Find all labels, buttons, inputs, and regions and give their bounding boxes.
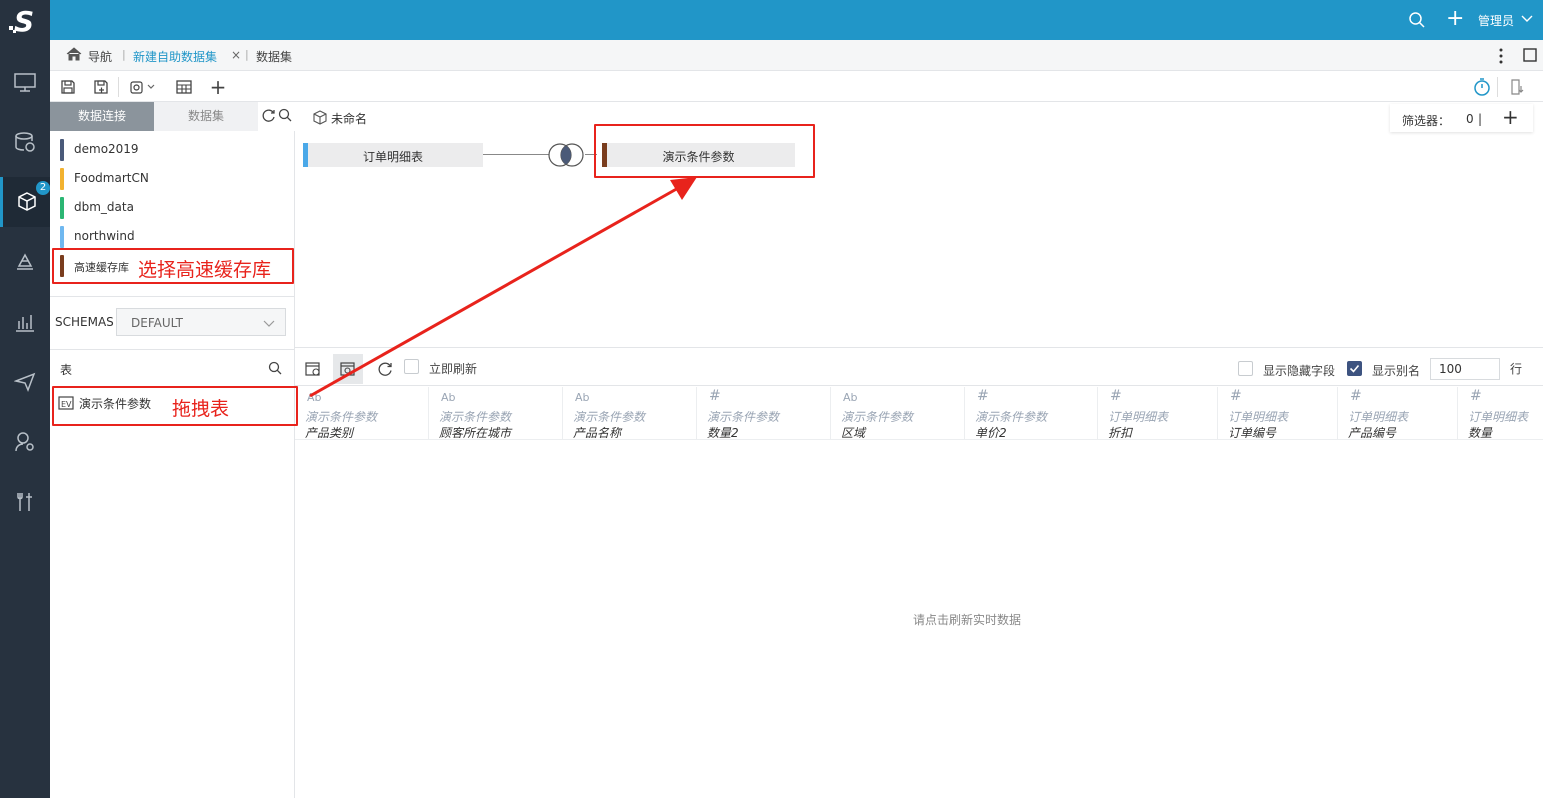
connection-color-bar <box>60 226 64 248</box>
app-logo[interactable]: S <box>0 0 50 40</box>
tab-data-connections[interactable]: 数据连接 <box>50 102 154 131</box>
rail-monitor-icon[interactable] <box>0 58 50 108</box>
close-tab-icon[interactable]: × <box>231 48 241 62</box>
rail-badge: 2 <box>36 181 50 195</box>
column-header[interactable]: # 演示条件参数 数量2 <box>697 387 831 440</box>
svg-text:S: S <box>14 5 34 38</box>
show-hidden-checkbox[interactable] <box>1238 361 1253 376</box>
preview-mode-icon[interactable] <box>333 354 363 384</box>
add-icon[interactable]: + <box>208 75 228 99</box>
rail-model-icon[interactable] <box>0 237 50 287</box>
tables-title: 表 <box>60 363 73 377</box>
show-alias-checkbox[interactable] <box>1347 361 1362 376</box>
left-panel: 数据连接 数据集 demo2019 FoodmartCN dbm_data no… <box>50 102 295 798</box>
connection-item[interactable]: dbm_data <box>56 195 286 221</box>
schemas-select[interactable]: DEFAULT <box>116 308 286 336</box>
rail-database-icon[interactable] <box>0 117 50 167</box>
column-header[interactable]: # 订单明细表 数量 <box>1458 387 1543 440</box>
connection-item[interactable]: FoodmartCN <box>56 166 286 192</box>
preview-toolbar: 立即刷新 显示隐藏字段 显示别名 100 行 <box>295 349 1543 386</box>
settings-dropdown-icon[interactable] <box>128 77 158 97</box>
annotation-box-node <box>594 124 815 178</box>
home-icon[interactable] <box>66 47 82 64</box>
filter-box: 筛选器： 0 | + <box>1390 104 1533 132</box>
user-menu[interactable]: 管理员 <box>1478 12 1514 29</box>
toolbar: + <box>50 71 1543 102</box>
auto-refresh-checkbox[interactable] <box>404 359 419 374</box>
top-bar: + 管理员 <box>50 0 1543 40</box>
left-rail: S 2 <box>0 0 50 798</box>
search-icon[interactable] <box>268 361 282 378</box>
preview-settings-icon[interactable] <box>298 354 328 384</box>
more-vertical-icon[interactable] <box>1498 48 1504 67</box>
column-header[interactable]: Ab 演示条件参数 区域 <box>831 387 965 440</box>
add-icon[interactable]: + <box>1446 8 1464 30</box>
inner-join-icon[interactable] <box>547 142 585 171</box>
column-header[interactable]: # 订单明细表 订单编号 <box>1218 387 1338 440</box>
column-header[interactable]: Ab 演示条件参数 产品类别 <box>295 387 429 440</box>
column-header[interactable]: # 演示条件参数 单价2 <box>965 387 1098 440</box>
breadcrumb: 导航 | 新建自助数据集 × | 数据集 <box>50 40 1543 71</box>
refresh-icon[interactable] <box>370 354 400 384</box>
save-as-icon[interactable] <box>91 77 111 97</box>
rail-chart-icon[interactable] <box>0 297 50 347</box>
search-icon[interactable] <box>1408 11 1426 32</box>
refresh-icon[interactable] <box>261 108 276 126</box>
connection-color-bar <box>60 139 64 161</box>
chevron-down-icon <box>263 317 275 331</box>
column-header[interactable]: Ab 演示条件参数 产品名称 <box>563 387 697 440</box>
annotation-text-drag: 拖拽表 <box>172 398 230 420</box>
table-icon[interactable] <box>174 77 194 97</box>
column-header[interactable]: # 订单明细表 折扣 <box>1098 387 1218 440</box>
breadcrumb-nav[interactable]: 导航 <box>88 48 112 65</box>
tab-datasets[interactable]: 数据集 <box>154 102 258 131</box>
tab-new-dataset[interactable]: 新建自助数据集 <box>133 48 217 65</box>
rail-user-settings-icon[interactable] <box>0 417 50 467</box>
connection-color-bar <box>60 168 64 190</box>
rows-unit: 行 <box>1510 362 1523 376</box>
search-icon[interactable] <box>278 108 292 125</box>
dataset-title[interactable]: 未命名 <box>331 110 367 127</box>
table-node-orders[interactable]: 订单明细表 <box>303 143 483 167</box>
show-alias-label: 显示别名 <box>1372 364 1421 378</box>
timer-icon[interactable] <box>1472 77 1492 97</box>
add-filter-button[interactable]: + <box>1502 107 1519 127</box>
column-header[interactable]: Ab 演示条件参数 顾客所在城市 <box>429 387 563 440</box>
preview-header: Ab 演示条件参数 产品类别 Ab 演示条件参数 顾客所在城市 Ab 演示条件参… <box>295 387 1543 440</box>
show-hidden-label: 显示隐藏字段 <box>1263 364 1336 378</box>
rail-dataset-icon[interactable]: 2 <box>0 177 50 227</box>
chevron-down-icon[interactable] <box>1520 12 1534 29</box>
empty-state-message: 请点击刷新实时数据 <box>912 613 1021 627</box>
dataset-cube-icon <box>312 110 328 129</box>
connection-color-bar <box>60 197 64 219</box>
join-canvas: 未命名 筛选器： 0 | + 订单明细表 演示条件参数 <box>295 102 1543 348</box>
save-icon[interactable] <box>58 77 78 97</box>
preview-panel: 立即刷新 显示隐藏字段 显示别名 100 行 Ab 演示条件参数 产品类别 Ab… <box>295 349 1543 798</box>
connection-item[interactable]: northwind <box>56 224 286 250</box>
column-header[interactable]: # 订单明细表 产品编号 <box>1338 387 1458 440</box>
annotation-text-cache: 选择高速缓存库 <box>138 259 272 281</box>
filter-count: 0 <box>1466 112 1474 126</box>
connection-item[interactable]: demo2019 <box>56 137 286 163</box>
tab-dataset[interactable]: 数据集 <box>256 48 292 65</box>
rail-tools-icon[interactable] <box>0 477 50 527</box>
rail-send-icon[interactable] <box>0 357 50 407</box>
rows-input[interactable]: 100 <box>1430 358 1500 380</box>
export-icon[interactable] <box>1507 77 1527 97</box>
auto-refresh-label: 立即刷新 <box>429 362 478 376</box>
maximize-icon[interactable] <box>1523 48 1537 65</box>
schemas-label: SCHEMAS <box>55 315 114 329</box>
